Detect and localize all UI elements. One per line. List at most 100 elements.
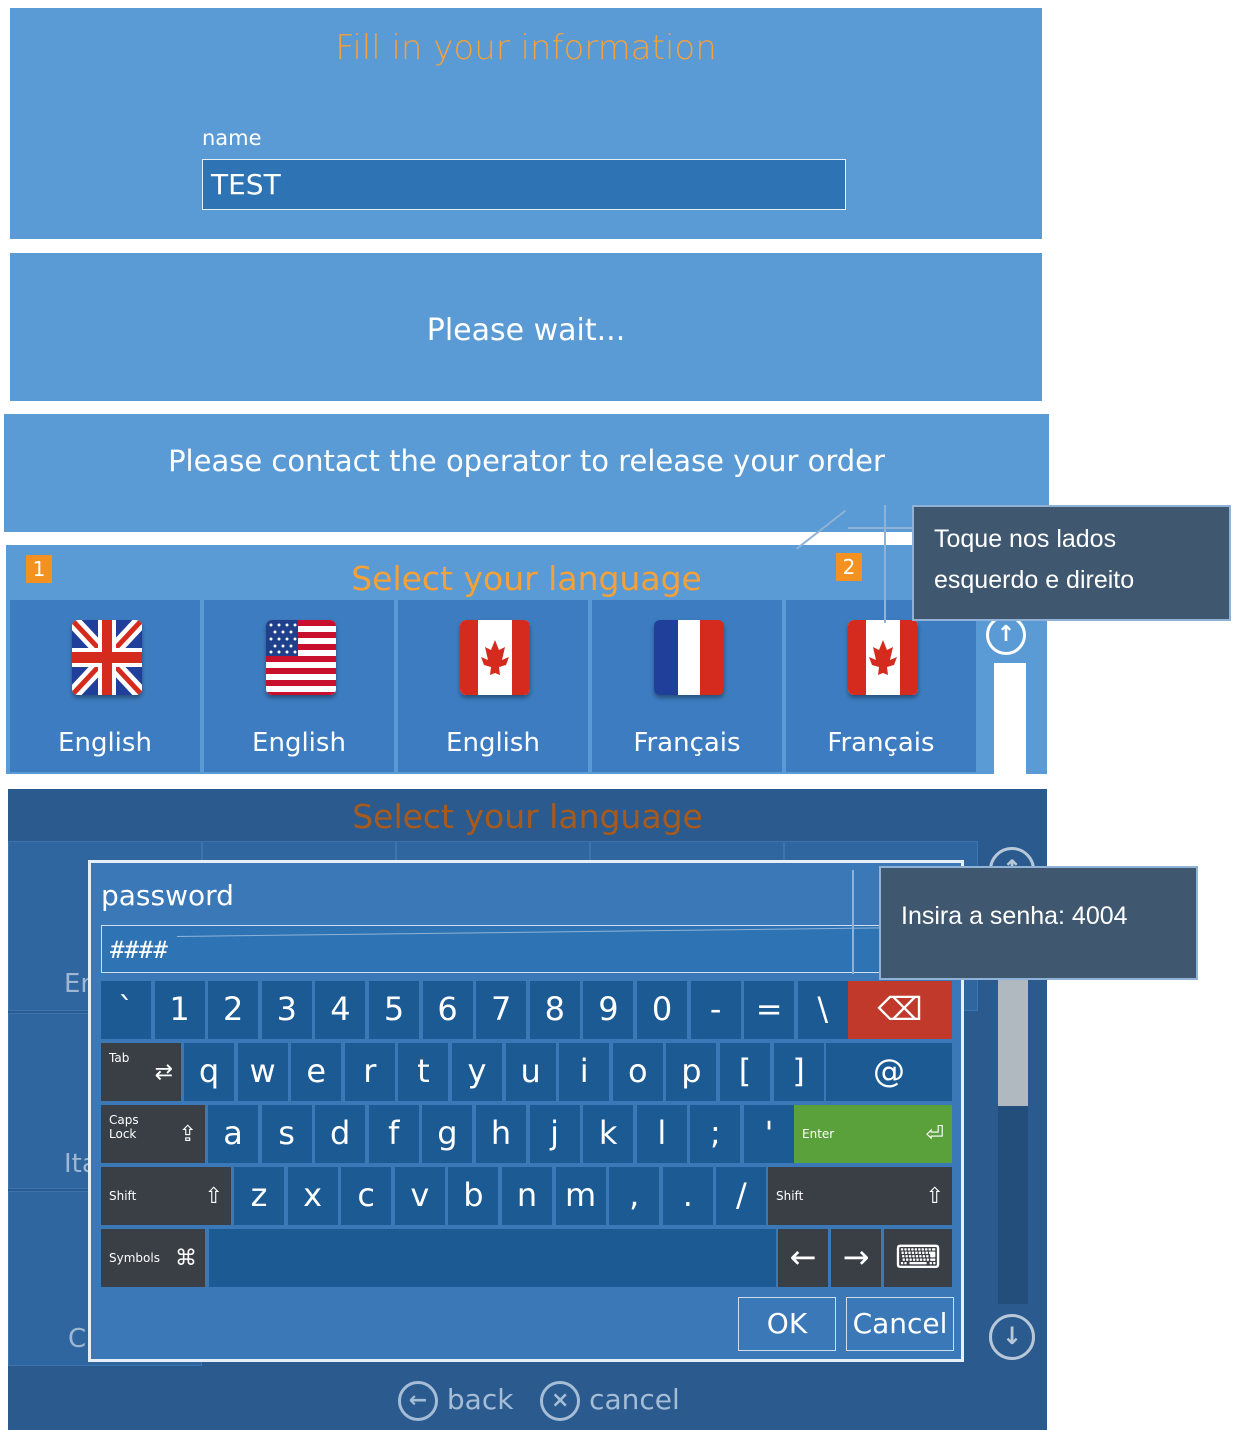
key[interactable]: m: [555, 1167, 606, 1225]
enter-icon: ⏎: [925, 1122, 944, 1147]
language-tile-english-us[interactable]: English: [204, 600, 396, 772]
arrow-down-icon[interactable]: ↓: [989, 1314, 1035, 1360]
key[interactable]: r: [344, 1043, 395, 1101]
arrow-left-key[interactable]: ←: [778, 1229, 828, 1287]
tab-key[interactable]: Tab ⇄: [101, 1043, 181, 1101]
key[interactable]: 7: [476, 981, 527, 1039]
key[interactable]: n: [502, 1167, 552, 1225]
key[interactable]: e: [291, 1043, 342, 1101]
callout-corner-touch: Toque nos lados esquerdo e direito: [912, 505, 1231, 621]
key[interactable]: =: [744, 981, 795, 1039]
key[interactable]: i: [559, 1043, 610, 1101]
at-key[interactable]: @: [826, 1043, 952, 1101]
info-panel: Fill in your information name TEST: [10, 8, 1042, 239]
caps-lock-key[interactable]: Caps Lock ⇪: [101, 1105, 205, 1163]
close-icon: ×: [540, 1381, 581, 1421]
language-label: Français: [633, 728, 741, 758]
back-label: back: [446, 1383, 514, 1416]
canada-flag-icon: [460, 620, 530, 695]
language-panel: Select your language 1 2 English English…: [6, 545, 1047, 774]
enter-label: Enter: [802, 1127, 835, 1141]
cancel-button[interactable]: × cancel: [540, 1381, 680, 1421]
language-tile-english-uk[interactable]: English: [10, 600, 202, 772]
language-tile-francais-ca[interactable]: Français: [786, 600, 978, 772]
key[interactable]: p: [666, 1043, 717, 1101]
key[interactable]: ,: [609, 1167, 660, 1225]
key[interactable]: y: [452, 1043, 502, 1101]
key[interactable]: b: [448, 1167, 499, 1225]
tab-label: Tab: [109, 1051, 130, 1065]
key[interactable]: 2: [208, 981, 259, 1039]
key[interactable]: o: [612, 1043, 663, 1101]
key[interactable]: ': [744, 1105, 794, 1163]
key[interactable]: -: [690, 981, 741, 1039]
info-title: Fill in your information: [335, 28, 717, 68]
key[interactable]: ;: [690, 1105, 741, 1163]
key[interactable]: f: [368, 1105, 419, 1163]
callout-pointer-line: [884, 505, 886, 623]
callout-pointer-line: [848, 527, 912, 529]
ok-button[interactable]: OK: [738, 1297, 836, 1351]
key[interactable]: a: [208, 1105, 258, 1163]
key[interactable]: t: [398, 1043, 449, 1101]
key[interactable]: j: [529, 1105, 580, 1163]
language-tile-francais-fr[interactable]: Français: [592, 600, 784, 772]
key[interactable]: /: [716, 1167, 767, 1225]
key[interactable]: c: [341, 1167, 392, 1225]
shift-left-key[interactable]: Shift ⇧: [101, 1167, 231, 1225]
callout-pointer-line: [852, 870, 854, 974]
key[interactable]: .: [662, 1167, 713, 1225]
symbols-key[interactable]: Symbols ⌘: [101, 1229, 205, 1287]
key[interactable]: s: [261, 1105, 312, 1163]
key[interactable]: 0: [637, 981, 687, 1039]
language-label: English: [446, 728, 540, 758]
key[interactable]: k: [583, 1105, 634, 1163]
name-input[interactable]: TEST: [202, 159, 846, 210]
corner-badge-left[interactable]: 1: [26, 555, 52, 583]
space-key[interactable]: [209, 1229, 776, 1287]
language-tile-english-ca[interactable]: English: [398, 600, 590, 772]
key[interactable]: 1: [154, 981, 205, 1039]
key[interactable]: w: [237, 1043, 288, 1101]
scrollbar-thumb[interactable]: [998, 979, 1028, 1106]
cancel-button[interactable]: Cancel: [846, 1297, 954, 1351]
key[interactable]: h: [476, 1105, 526, 1163]
uk-flag-icon: [72, 620, 142, 695]
key[interactable]: z: [234, 1167, 284, 1225]
key[interactable]: l: [636, 1105, 687, 1163]
corner-badge-right[interactable]: 2: [836, 553, 862, 581]
arrow-up-icon[interactable]: ↑: [986, 615, 1026, 655]
wait-message: Please wait...: [426, 313, 626, 348]
key[interactable]: `: [101, 981, 151, 1039]
key[interactable]: \: [797, 981, 848, 1039]
enter-key[interactable]: Enter ⏎: [794, 1105, 952, 1163]
shift-icon: ⇧: [204, 1184, 223, 1209]
key[interactable]: q: [184, 1043, 234, 1101]
scrollbar[interactable]: [994, 663, 1026, 774]
key[interactable]: 5: [369, 981, 419, 1039]
key[interactable]: 9: [583, 981, 634, 1039]
arrow-right-key[interactable]: →: [831, 1229, 881, 1287]
key[interactable]: x: [287, 1167, 338, 1225]
key[interactable]: 3: [261, 981, 312, 1039]
contact-message: Please contact the operator to release y…: [168, 444, 885, 478]
shift-right-key[interactable]: Shift ⇧: [768, 1167, 952, 1225]
key[interactable]: [: [720, 1043, 770, 1101]
back-button[interactable]: ← back: [398, 1381, 522, 1421]
caps-icon: ⇪: [178, 1122, 197, 1147]
name-label: name: [202, 126, 262, 150]
key[interactable]: 8: [529, 981, 580, 1039]
backspace-key[interactable]: ⌫: [848, 981, 952, 1039]
key[interactable]: u: [505, 1043, 556, 1101]
cancel-label: cancel: [589, 1383, 680, 1416]
wait-panel: Please wait...: [10, 253, 1042, 401]
key[interactable]: g: [422, 1105, 473, 1163]
contact-panel: Please contact the operator to release y…: [4, 414, 1049, 532]
key[interactable]: ]: [773, 1043, 824, 1101]
key[interactable]: 6: [422, 981, 473, 1039]
key[interactable]: d: [315, 1105, 366, 1163]
key[interactable]: 4: [315, 981, 366, 1039]
key[interactable]: v: [394, 1167, 445, 1225]
footer-nav: ← back × cancel: [398, 1381, 680, 1421]
keyboard-icon[interactable]: ⌨: [884, 1229, 952, 1287]
